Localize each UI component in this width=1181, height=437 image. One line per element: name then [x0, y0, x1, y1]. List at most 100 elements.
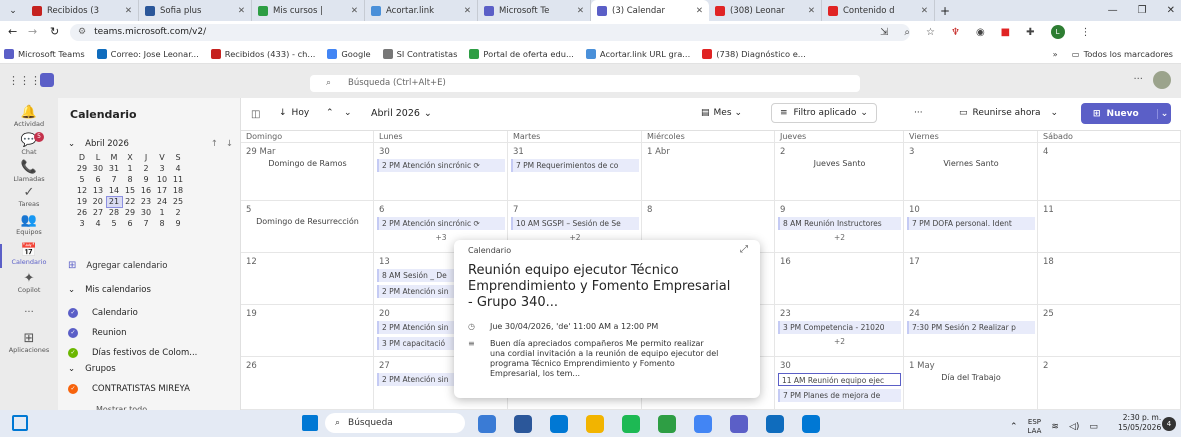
day-cell[interactable]: 12 — [241, 253, 374, 305]
browser-tab[interactable]: Acortar.link ✕ — [365, 0, 478, 21]
widget-app-icon[interactable] — [550, 415, 568, 433]
edge-app-icon[interactable] — [802, 415, 820, 433]
calendar-event[interactable]: 7 PM Planes de mejora de — [778, 389, 901, 402]
day-cell[interactable]: 1 May — [904, 357, 1038, 410]
prev-icon[interactable]: ⌃ — [326, 108, 334, 118]
mini-day[interactable]: 7 — [106, 174, 122, 185]
mini-day[interactable]: 1 — [154, 207, 170, 218]
explorer-app-icon[interactable] — [586, 415, 604, 433]
calendar-event[interactable]: 10 AM SGSPI – Sesión de Se — [511, 217, 639, 230]
taskbar-search[interactable]: ⌕ Búsqueda — [325, 413, 465, 433]
pdf-icon[interactable]: ■ — [1001, 27, 1010, 38]
notification-badge[interactable]: 4 — [1162, 417, 1176, 431]
wifi-icon[interactable]: ≋ — [1051, 422, 1059, 432]
mini-day[interactable]: 1 — [122, 163, 138, 174]
next-icon[interactable]: ⌄ — [344, 108, 352, 118]
rail-item-chat[interactable]: 💬 Chat 5 — [0, 132, 58, 156]
profile-avatar[interactable]: L — [1050, 25, 1065, 39]
app-launcher-icon[interactable]: ⋮⋮⋮ — [8, 74, 41, 87]
teams-search-input[interactable]: ⌕ Búsqueda (Ctrl+Alt+E) — [310, 75, 860, 92]
day-cell[interactable]: 3 — [904, 143, 1038, 201]
camera-icon[interactable]: ◉ — [976, 27, 985, 38]
extensions-icon[interactable]: ✚ — [1026, 27, 1034, 38]
group-toggle[interactable]: ✓ CONTRATISTAS MIREYA — [68, 381, 190, 397]
calendar-event[interactable]: 3 PM Competencia - 21020 — [778, 321, 901, 334]
browser-tab[interactable]: (3) Calendar ✕ — [591, 0, 709, 21]
mini-day[interactable]: 15 — [122, 185, 138, 196]
day-cell[interactable]: 16 — [775, 253, 904, 305]
restore-icon[interactable]: ❐ — [1138, 5, 1147, 16]
toggle-panel-icon[interactable]: ◫ — [251, 109, 260, 120]
bookmark-item[interactable]: Correo: Jose Leonar... — [96, 48, 199, 59]
browser-tab[interactable]: Microsoft Te ✕ — [478, 0, 591, 21]
day-cell[interactable]: 2 — [1038, 357, 1181, 410]
mini-day[interactable]: 12 — [74, 185, 90, 196]
install-app-icon[interactable]: ⇲ — [880, 27, 888, 38]
chrome-app-icon[interactable] — [694, 415, 712, 433]
month-picker[interactable]: Abril 2026 ⌄ — [371, 108, 432, 119]
calendar-event[interactable]: 8 AM Reunión Instructores — [778, 217, 901, 230]
mini-day[interactable]: 29 — [122, 207, 138, 218]
browser-menu-icon[interactable]: ⋮ — [1081, 27, 1091, 38]
bookmark-item[interactable]: SI Contratistas — [382, 48, 457, 59]
new-event-button[interactable]: ⊞ Nuevo ⌄ — [1081, 103, 1171, 124]
more-events-link[interactable]: +2 — [778, 337, 901, 346]
close-tab-icon[interactable]: ✕ — [573, 6, 584, 16]
close-tab-icon[interactable]: ✕ — [234, 6, 245, 16]
calendar-event[interactable]: 7 PM Requerimientos de co — [511, 159, 639, 172]
clock[interactable]: 2:30 p. m. 15/05/2026 — [1118, 413, 1161, 433]
mini-day[interactable]: 28 — [106, 207, 122, 218]
mini-day[interactable]: 14 — [106, 185, 122, 196]
volume-icon[interactable]: ◁) — [1069, 422, 1079, 432]
browser-tab[interactable]: (308) Leonar ✕ — [709, 0, 822, 21]
outlook-app-icon[interactable] — [766, 415, 784, 433]
mini-day[interactable]: 19 — [74, 196, 90, 207]
mini-day[interactable]: 11 — [170, 174, 186, 185]
mini-day[interactable]: 8 — [122, 174, 138, 185]
mini-day[interactable]: 27 — [90, 207, 106, 218]
all-day-event[interactable]: Domingo de Resurrección — [244, 217, 371, 226]
mini-day[interactable]: 26 — [74, 207, 90, 218]
mini-day[interactable]: 29 — [74, 163, 90, 174]
add-calendar-button[interactable]: ⊞ Agregar calendario — [68, 260, 167, 271]
mini-day[interactable]: 3 — [74, 218, 90, 229]
calendar-event[interactable]: 2 PM Atención sincrónic ⟳ — [377, 159, 505, 172]
user-avatar[interactable] — [1153, 71, 1171, 89]
my-calendars-header[interactable]: ⌄ Mis calendarios — [68, 285, 151, 295]
new-event-chevron-icon[interactable]: ⌄ — [1157, 108, 1171, 119]
collapse-chevron-icon[interactable]: ⌄ — [68, 139, 75, 149]
groups-header[interactable]: ⌄ Grupos — [68, 364, 116, 374]
zoom-icon[interactable]: ⌕ — [904, 27, 910, 38]
rail-item-aplicaciones[interactable]: ⊞ Aplicaciones — [0, 332, 58, 355]
close-tab-icon[interactable]: ✕ — [692, 6, 703, 16]
tab-list-chevron-icon[interactable]: ⌄ — [0, 6, 26, 16]
settings-more-icon[interactable]: ··· — [1133, 74, 1143, 85]
teams-app-icon[interactable] — [730, 415, 748, 433]
mini-day[interactable]: 24 — [154, 196, 170, 207]
mini-day[interactable]: 25 — [170, 196, 186, 207]
browser-tab[interactable]: Recibidos (3 ✕ — [26, 0, 139, 21]
mini-day[interactable]: 13 — [90, 185, 106, 196]
mini-day[interactable]: 18 — [170, 185, 186, 196]
mini-day[interactable]: 17 — [154, 185, 170, 196]
mini-day[interactable]: 30 — [138, 207, 154, 218]
rail-item-tareas[interactable]: ✓ Tareas — [0, 186, 58, 209]
rail-item-calendario[interactable]: 📅 Calendario — [0, 244, 58, 268]
new-tab-button[interactable]: + — [935, 4, 955, 18]
rail-item-actividad[interactable]: 🔔 Actividad — [0, 106, 58, 129]
next-month-icon[interactable]: ↓ — [226, 139, 233, 149]
mini-day[interactable]: 9 — [138, 174, 154, 185]
browser-tab[interactable]: Sofia plus ✕ — [139, 0, 252, 21]
day-cell[interactable]: 18 — [1038, 253, 1181, 305]
calendar-event[interactable]: 2 PM Atención sincrónic ⟳ — [377, 217, 505, 230]
day-cell[interactable]: 11 — [1038, 201, 1181, 253]
bookmark-item[interactable]: Acortar.link URL gra... — [585, 48, 690, 59]
view-selector[interactable]: ▤ Mes ⌄ — [701, 108, 742, 118]
task-view-icon[interactable] — [12, 415, 28, 431]
forward-icon[interactable]: → — [28, 25, 37, 38]
day-cell[interactable]: 2 — [775, 143, 904, 201]
day-cell[interactable]: 1 Abr — [642, 143, 775, 201]
calendar-toggle[interactable]: ✓ Reunion — [68, 323, 197, 343]
calendar-toggle[interactable]: ✓ Días festivos de Colom... — [68, 343, 197, 363]
today-button[interactable]: ↓ Hoy — [279, 108, 309, 118]
